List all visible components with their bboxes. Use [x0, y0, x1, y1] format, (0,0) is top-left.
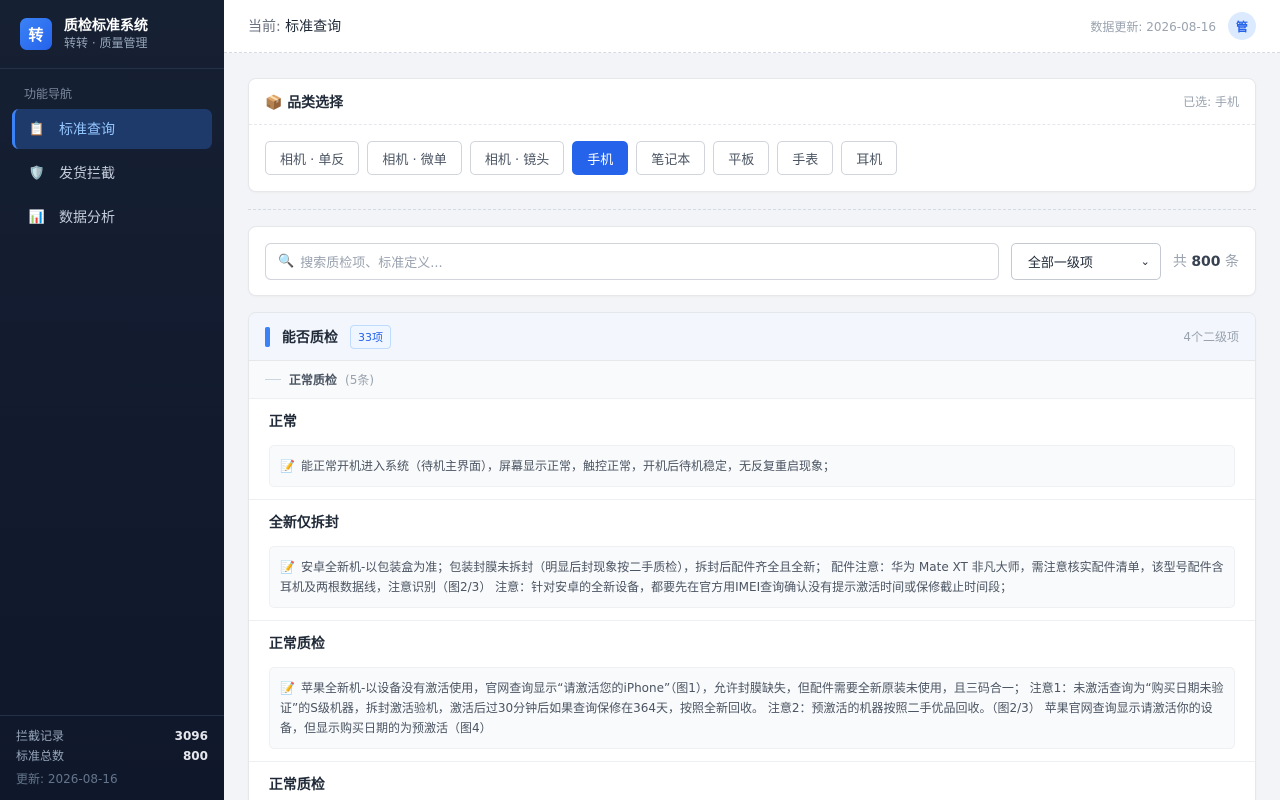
count-suffix: 条: [1225, 254, 1239, 270]
level1-select[interactable]: 全部一级项 ⌄: [1010, 242, 1161, 280]
select-value: 全部一级项: [1027, 255, 1093, 271]
package-icon: 📦: [265, 94, 283, 111]
breadcrumb-current: 标准查询: [285, 19, 342, 35]
search-input[interactable]: 🔍 搜索质检项、标准定义...: [265, 242, 999, 280]
sidebar-item-shipment-intercept[interactable]: 🛡️ 发货拦截: [12, 153, 212, 193]
bar-chart-icon: 📊: [28, 209, 46, 225]
section-marker: [265, 326, 270, 347]
shield-icon: 🛡️: [28, 165, 46, 181]
subsection-title: 正常质检: [289, 373, 338, 387]
list-item: 正常质检 📝 苹果全新机-以设备没有激活使用，官网查询显示“请激活您的iPhone…: [249, 621, 1255, 762]
chip-earphones[interactable]: 耳机: [841, 141, 898, 175]
clipboard-icon: 📋: [28, 121, 46, 137]
search-icon: 🔍: [278, 253, 295, 269]
item-title: 正常: [269, 414, 297, 430]
category-chips: 相机 · 单反 相机 · 微单 相机 · 镜头 手机 笔记本 平板 手表 耳机: [249, 125, 1255, 191]
item-desc-text: 能正常开机进入系统（待机主界面），屏幕显示正常，触控正常，开机后待机稳定，无反复…: [300, 459, 835, 473]
app-title: 质检标准系统: [64, 17, 148, 34]
sidebar-item-label: 数据分析: [59, 210, 115, 226]
section-subcount: 4个二级项: [1183, 330, 1239, 344]
result-count: 共 800 条: [1173, 251, 1239, 271]
category-title: 📦 品类选择: [265, 92, 343, 112]
chip-laptop[interactable]: 笔记本: [636, 141, 706, 175]
standards-stat: 标准总数 800: [16, 746, 208, 766]
memo-icon: 📝: [280, 459, 295, 473]
divider: [248, 209, 1256, 210]
chip-camera-dslr[interactable]: 相机 · 单反: [265, 141, 360, 175]
category-title-text: 品类选择: [287, 94, 344, 111]
intercept-label: 拦截记录: [16, 729, 65, 743]
section-title: 能否质检: [282, 329, 338, 346]
search-card: 🔍 搜索质检项、标准定义... 全部一级项 ⌄ 共 800 条: [248, 226, 1256, 296]
section-header[interactable]: 能否质检 33项 4个二级项: [249, 313, 1255, 361]
sidebar-item-data-analysis[interactable]: 📊 数据分析: [12, 197, 212, 237]
subsection-dash: [265, 379, 281, 380]
sidebar: 转 质检标准系统 转转 · 质量管理 功能导航 📋 标准查询 🛡️ 发货拦截 📊…: [0, 0, 224, 800]
sidebar-footer: 拦截记录 3096 标准总数 800 更新: 2026-08-16: [0, 715, 224, 800]
memo-icon: 📝: [280, 560, 295, 574]
avatar[interactable]: 管: [1228, 12, 1256, 40]
data-updated: 数据更新: 2026-08-16: [1090, 19, 1216, 34]
main: 当前: 标准查询 数据更新: 2026-08-16 管 📦 品类选择 已选: 手…: [224, 0, 1280, 800]
count-value: 800: [1191, 254, 1221, 270]
standards-label: 标准总数: [16, 749, 65, 763]
item-desc: 📝 能正常开机进入系统（待机主界面），屏幕显示正常，触控正常，开机后待机稳定，无反…: [269, 445, 1235, 487]
standards-value: 800: [182, 749, 208, 763]
subsection-header: 正常质检 (5条): [249, 361, 1255, 399]
chip-camera-lens[interactable]: 相机 · 镜头: [469, 141, 565, 175]
brand: 转 质检标准系统 转转 · 质量管理: [0, 0, 224, 69]
chip-watch[interactable]: 手表: [777, 141, 834, 175]
app-subtitle: 转转 · 质量管理: [64, 35, 148, 50]
chevron-down-icon: ⌄: [1140, 254, 1150, 268]
list-item: 全新仅拆封 📝 安卓全新机-以包装盒为准；包装封膜未拆封（明显后封现象按二手质检）…: [249, 500, 1255, 621]
count-prefix: 共: [1172, 254, 1187, 270]
item-desc: 📝 苹果全新机-以设备没有激活使用，官网查询显示“请激活您的iPhone”（图1）…: [269, 667, 1235, 749]
topbar: 当前: 标准查询 数据更新: 2026-08-16 管: [224, 0, 1280, 53]
category-selected: 已选: 手机: [1183, 95, 1239, 109]
sidebar-item-label: 标准查询: [59, 122, 115, 138]
search-placeholder: 搜索质检项、标准定义...: [300, 255, 443, 271]
chip-tablet[interactable]: 平板: [713, 141, 770, 175]
item-title: 正常质检: [269, 777, 325, 793]
chip-camera-mirrorless[interactable]: 相机 · 微单: [367, 141, 462, 175]
list-item: 正常 📝 能正常开机进入系统（待机主界面），屏幕显示正常，触控正常，开机后待机稳定…: [249, 399, 1255, 500]
nav-heading: 功能导航: [24, 87, 73, 101]
sidebar-item-standard-query[interactable]: 📋 标准查询: [12, 109, 212, 149]
intercept-value: 3096: [174, 729, 208, 743]
brand-logo: 转: [20, 18, 52, 50]
sidebar-updated: 更新: 2026-08-16: [16, 772, 118, 786]
item-title: 全新仅拆封: [269, 515, 339, 531]
item-desc: 📝 安卓全新机-以包装盒为准；包装封膜未拆封（明显后封现象按二手质检），拆封后配件…: [269, 546, 1235, 608]
standards-list: 能否质检 33项 4个二级项 正常质检 (5条) 正常 📝 能正常开机进入系统（待…: [248, 312, 1256, 800]
breadcrumb-prefix: 当前:: [248, 19, 281, 35]
chip-phone[interactable]: 手机: [572, 141, 629, 175]
subsection-count: (5条): [345, 373, 375, 387]
item-desc-text: 安卓全新机-以包装盒为准；包装封膜未拆封（明显后封现象按二手质检），拆封后配件齐…: [280, 560, 1224, 594]
memo-icon: 📝: [280, 681, 295, 695]
list-item: 正常质检: [249, 762, 1255, 800]
intercept-stat: 拦截记录 3096: [16, 726, 208, 746]
sidebar-item-label: 发货拦截: [59, 166, 115, 182]
section-badge: 33项: [350, 324, 391, 349]
item-desc-text: 苹果全新机-以设备没有激活使用，官网查询显示“请激活您的iPhone”（图1），…: [280, 681, 1224, 735]
breadcrumb: 当前: 标准查询: [248, 16, 341, 36]
item-title: 正常质检: [269, 636, 325, 652]
category-card: 📦 品类选择 已选: 手机 相机 · 单反 相机 · 微单 相机 · 镜头 手机…: [248, 78, 1256, 192]
